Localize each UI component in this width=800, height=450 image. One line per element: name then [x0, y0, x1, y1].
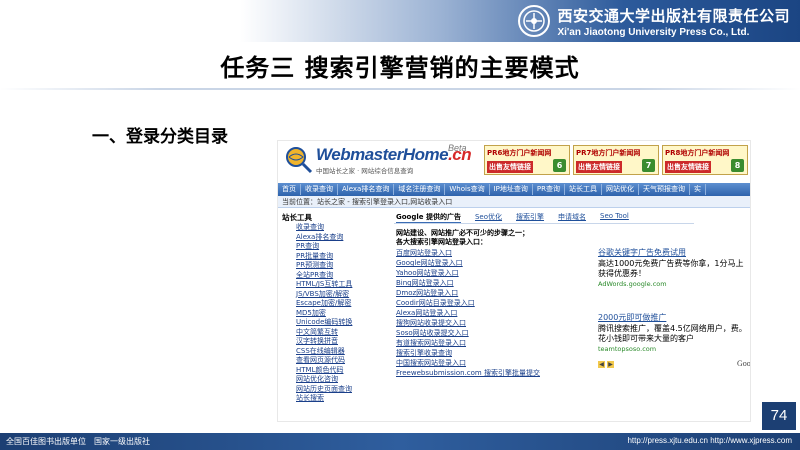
sidebar-link[interactable]: JS/VBS加密/解密: [296, 290, 386, 300]
ad-pager: ◀ ▶: [598, 361, 614, 368]
header-ad-box[interactable]: PR6地方门户新闻网 出售友情链接 6: [484, 145, 570, 175]
nav-item[interactable]: 域名注册查询: [394, 184, 446, 195]
top-banner: 西安交通大学出版社有限责任公司 Xi'an Jiaotong Universit…: [0, 0, 800, 42]
ad-url[interactable]: teamtopsoso.com: [598, 345, 748, 353]
sidebar-link[interactable]: 收录查询: [296, 223, 386, 233]
nav-item[interactable]: 站长工具: [565, 184, 602, 195]
nav-item[interactable]: 收录查询: [301, 184, 338, 195]
sidebar-link[interactable]: 网站历史页面查询: [296, 385, 386, 395]
submission-link[interactable]: Alexa网站登录入口: [396, 308, 596, 318]
submission-link[interactable]: Google网站登录入口: [396, 258, 596, 268]
publisher-block: 西安交通大学出版社有限责任公司 Xi'an Jiaotong Universit…: [517, 4, 790, 38]
sidebar-link[interactable]: 汉字转换拼音: [296, 337, 386, 347]
ad-body: 高达1000元免费广告费等你拿，1分马上获得优惠券！: [598, 259, 744, 278]
intro-line: 网站建设、网站推广必不可少的步骤之一；: [396, 229, 529, 237]
site-navbar: 首页 收录查询 Alexa排名查询 域名注册查询 Whois查询 IP地址查询 …: [278, 183, 750, 196]
submission-link[interactable]: Bing网站登录入口: [396, 278, 596, 288]
nav-item[interactable]: Whois查询: [445, 184, 490, 195]
arrow-right-icon[interactable]: ▶: [607, 361, 614, 368]
sidebar-link[interactable]: HTML颜色代码: [296, 366, 386, 376]
site-tagline: 中国站长之家 · 网站综合信息查询: [316, 167, 414, 175]
publisher-name-cn: 西安交通大学出版社有限责任公司: [557, 6, 790, 25]
title-divider: [0, 88, 800, 90]
sidebar-link[interactable]: HTML/JS互转工具: [296, 280, 386, 290]
magnifier-globe-icon: [286, 147, 313, 174]
header-ads: PR6地方门户新闻网 出售友情链接 6 PR7地方门户新闻网 出售友情链接 7 …: [484, 145, 748, 175]
sponsored-ads: 谷歌关键字广告免费试用 高达1000元免费广告费等你拿，1分马上获得优惠券！ A…: [598, 247, 748, 353]
sidebar-link[interactable]: Unicode编码转换: [296, 318, 386, 328]
publisher-logo-icon: [518, 5, 551, 37]
submission-link[interactable]: Freewebsubmission.com 搜索引擎批量提交: [396, 368, 596, 378]
slide-title: 任务三 搜索引擎营销的主要模式: [220, 53, 580, 82]
arrow-left-icon[interactable]: ◀: [598, 361, 605, 368]
nav-item[interactable]: IP地址查询: [490, 184, 533, 195]
submission-link[interactable]: 搜狗网站收录提交入口: [396, 318, 596, 328]
sidebar-title: 站长工具: [282, 213, 312, 222]
sidebar-link[interactable]: 查看网页源代码: [296, 356, 386, 366]
ad-title[interactable]: 2000元即可做推广: [598, 312, 748, 323]
nav-item[interactable]: 网站优化: [602, 184, 639, 195]
publisher-name-en: Xi'an Jiaotong University Press Co., Ltd…: [557, 26, 750, 38]
website-screenshot: WebmasterHome.cn 中国站长之家 · 网站综合信息查询 Beta …: [277, 140, 751, 422]
sidebar-link[interactable]: PR预测查询: [296, 261, 386, 271]
nav-item[interactable]: 首页: [278, 184, 301, 195]
google-label: Goo: [737, 359, 751, 368]
section-subheading: 一、登录分类目录: [92, 127, 228, 147]
submission-link[interactable]: 搜索引擎收录查询: [396, 348, 596, 358]
footer-bar: 全国百佳图书出版单位 国家一级出版社 http://press.xjtu.edu…: [0, 433, 800, 450]
submission-link[interactable]: Yahoo网站登录入口: [396, 268, 596, 278]
site-logo[interactable]: WebmasterHome.cn 中国站长之家 · 网站综合信息查询: [284, 145, 472, 175]
tab-divider: [394, 223, 694, 224]
sidebar-link[interactable]: MD5加密: [296, 309, 386, 319]
submission-link[interactable]: Soso网站收录提交入口: [396, 328, 596, 338]
submission-link[interactable]: 中国搜索网站登录入口: [396, 358, 596, 368]
nav-item[interactable]: 实: [690, 184, 706, 195]
sidebar-link[interactable]: 中文简繁互转: [296, 328, 386, 338]
sidebar-link[interactable]: 全站PR查询: [296, 271, 386, 281]
sidebar-link[interactable]: 网站优化咨询: [296, 375, 386, 385]
sidebar-link[interactable]: Alexa排名查询: [296, 233, 386, 243]
breadcrumb: 当前位置：站长之家 - 搜索引擎登录入口,网站收录入口: [278, 196, 750, 208]
footer-left-text: 全国百佳图书出版单位 国家一级出版社: [6, 437, 150, 446]
submission-link[interactable]: 有道搜索网站登录入口: [396, 338, 596, 348]
site-header: WebmasterHome.cn 中国站长之家 · 网站综合信息查询 Beta …: [278, 141, 750, 183]
ad-body: 腾讯搜索推广，覆盖4.5亿网络用户，费。花小钱即可带来大量的客户: [598, 324, 747, 343]
sidebar-link[interactable]: CSS在线编辑器: [296, 347, 386, 357]
submission-list: 网站建设、网站推广必不可少的步骤之一； 各大搜索引擎网站登录入口： 百度网站登录…: [396, 229, 596, 378]
nav-item[interactable]: Alexa排名查询: [338, 184, 395, 195]
site-logo-text: WebmasterHome: [316, 145, 449, 164]
footer-urls[interactable]: http://press.xjtu.edu.cn http://www.xjpr…: [627, 436, 792, 445]
sidebar-link[interactable]: 站长搜索: [296, 394, 386, 404]
submission-link[interactable]: Dmoz网站登录入口: [396, 288, 596, 298]
sidebar-list: 收录查询 Alexa排名查询 PR查询 PR批量查询 PR预测查询 全站PR查询…: [278, 223, 386, 404]
sidebar-link[interactable]: Escape加密/解密: [296, 299, 386, 309]
nav-item[interactable]: 天气预报查询: [639, 184, 690, 195]
beta-label: Beta: [448, 143, 467, 153]
nav-item[interactable]: PR查询: [533, 184, 565, 195]
header-ad-box[interactable]: PR7地方门户新闻网 出售友情链接 7: [573, 145, 659, 175]
ad-url[interactable]: AdWords.google.com: [598, 280, 748, 288]
sidebar-link[interactable]: PR查询: [296, 242, 386, 252]
header-ad-box[interactable]: PR8地方门户新闻网 出售友情链接 8: [662, 145, 748, 175]
tools-sidebar: 站长工具 收录查询 Alexa排名查询 PR查询 PR批量查询 PR预测查询 全…: [278, 209, 386, 421]
page-number: 74: [762, 402, 796, 430]
submission-link[interactable]: Coodir网站目录登录入口: [396, 298, 596, 308]
sidebar-link[interactable]: PR批量查询: [296, 252, 386, 262]
ad-title[interactable]: 谷歌关键字广告免费试用: [598, 247, 748, 258]
intro-line: 各大搜索引擎网站登录入口：: [396, 238, 487, 246]
submission-link[interactable]: 百度网站登录入口: [396, 248, 596, 258]
